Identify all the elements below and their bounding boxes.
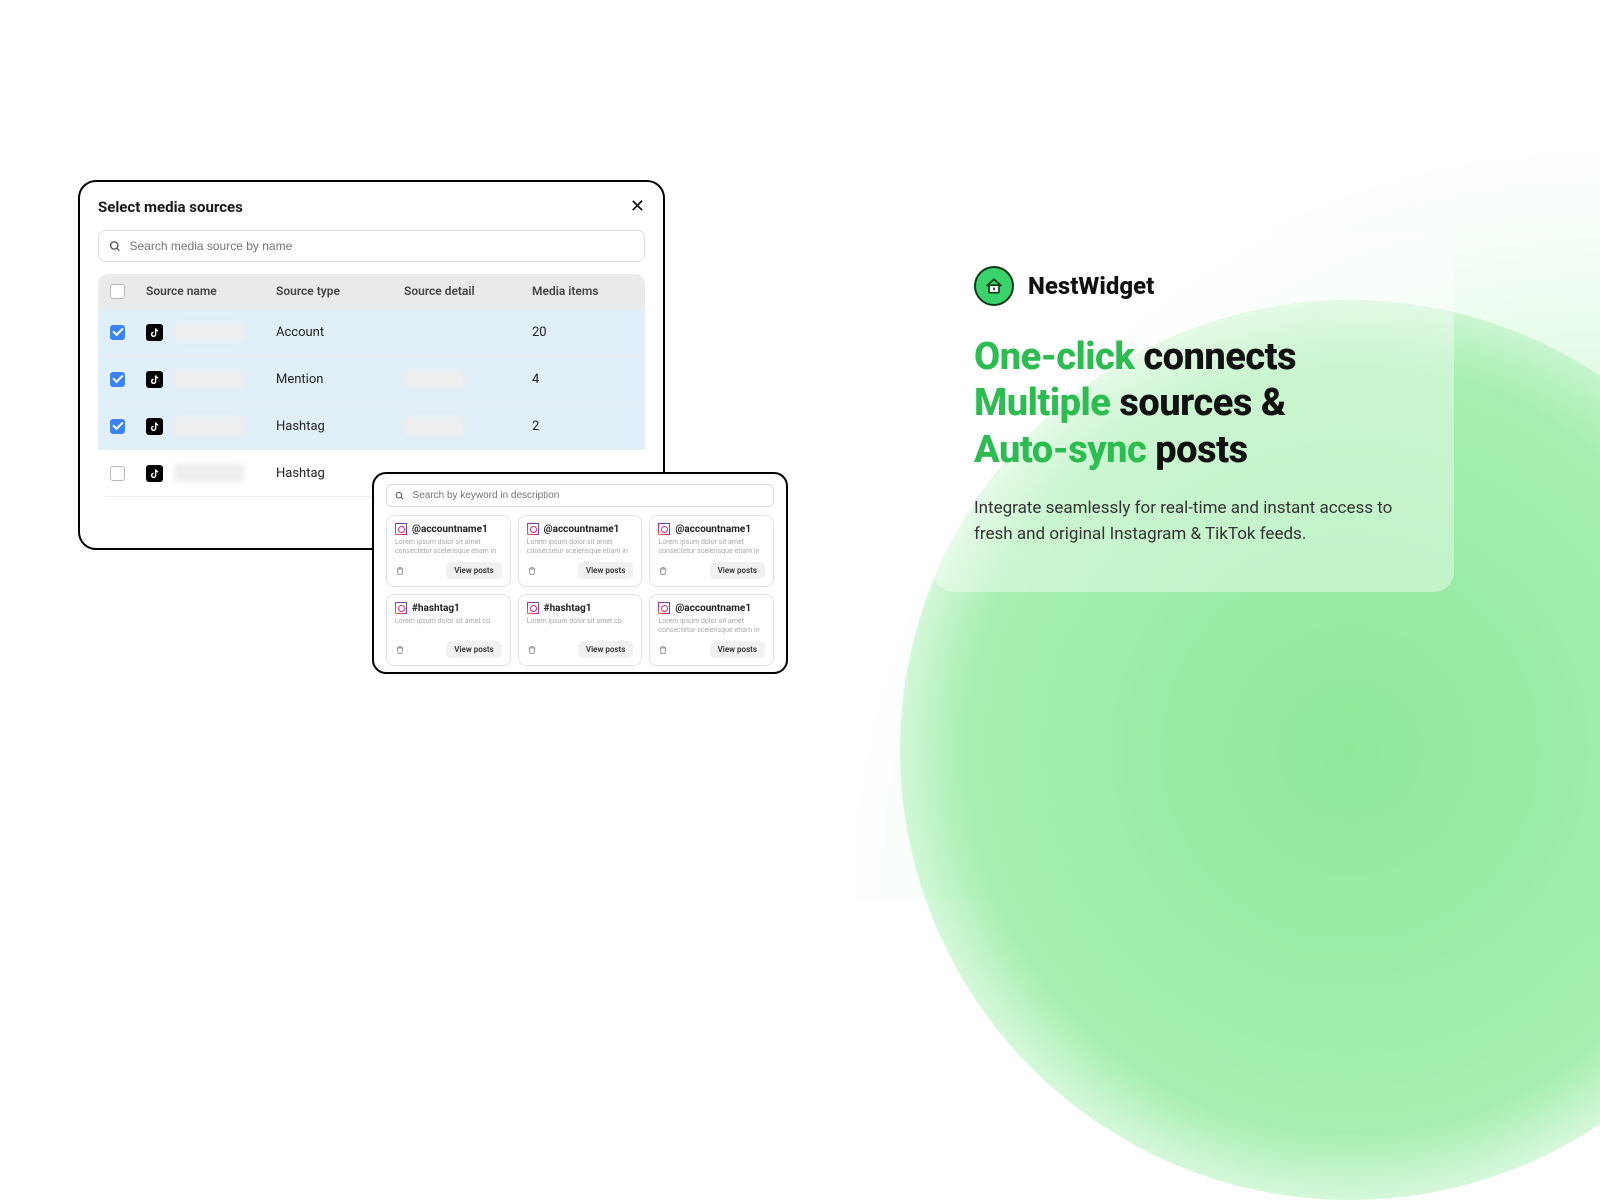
header-media-items: Media items [532,284,633,299]
instagram-icon [527,602,539,614]
source-card: @accountname1 Lorem ipsum dolor sit amet… [649,594,774,666]
header-source-name: Source name [146,284,276,299]
search-posts-bar[interactable] [386,484,774,507]
sources-table-header: Source name Source type Source detail Me… [98,274,645,309]
trash-icon[interactable] [527,566,537,576]
view-posts-button[interactable]: View posts [446,562,501,579]
promo-panel: NestWidget One-click connects Multiple s… [934,230,1454,592]
view-posts-button[interactable]: View posts [578,641,633,658]
close-icon[interactable]: ✕ [630,198,645,216]
card-handle: @accountname1 [412,524,488,535]
instagram-icon [527,523,539,535]
card-handle: @accountname1 [675,524,751,535]
source-detail-blurred [404,417,464,435]
brand-logo-icon [974,266,1014,306]
card-description: Lorem ipsum dolor sit amet consectetur s… [395,538,502,556]
trash-icon[interactable] [395,566,405,576]
source-card: @accountname1 Lorem ipsum dolor sit amet… [649,515,774,587]
trash-icon[interactable] [527,645,537,655]
source-type-cell: Account [276,325,404,340]
instagram-icon [395,523,407,535]
posts-panel: @accountname1 Lorem ipsum dolor sit amet… [372,472,788,674]
header-source-type: Source type [276,284,404,299]
source-card: @accountname1 Lorem ipsum dolor sit amet… [386,515,511,587]
row-checkbox[interactable] [110,325,125,340]
card-description: Lorem ipsum dolor sit amet co. [527,617,634,635]
trash-icon[interactable] [658,645,668,655]
card-handle: #hashtag1 [544,603,592,614]
card-description: Lorem ipsum dolor sit amet consectetur s… [527,538,634,556]
view-posts-button[interactable]: View posts [578,562,633,579]
search-icon [109,240,122,253]
brand-name: NestWidget [1028,272,1154,300]
search-media-source-bar[interactable] [98,230,645,262]
media-items-cell: 4 [532,372,633,387]
media-items-cell: 20 [532,325,633,340]
view-posts-button[interactable]: View posts [710,562,765,579]
search-posts-input[interactable] [413,490,765,501]
source-name-blurred [174,417,244,435]
source-card: @accountname1 Lorem ipsum dolor sit amet… [518,515,643,587]
row-checkbox[interactable] [110,372,125,387]
table-row[interactable]: Hashtag 2 [98,403,645,450]
modal-title: Select media sources [98,198,243,216]
view-posts-button[interactable]: View posts [710,641,765,658]
card-description: Lorem ipsum dolor sit amet consectetur s… [658,617,765,635]
source-type-cell: Hashtag [276,419,404,434]
source-name-blurred [174,370,244,388]
table-row[interactable]: Mention 4 [98,356,645,403]
sources-table: Source name Source type Source detail Me… [98,274,645,497]
instagram-icon [395,602,407,614]
promo-headline: One-click connects Multiple sources & Au… [974,334,1414,473]
trash-icon[interactable] [395,645,405,655]
card-handle: @accountname1 [675,603,751,614]
instagram-icon [658,523,670,535]
instagram-icon [658,602,670,614]
trash-icon[interactable] [658,566,668,576]
source-card: #hashtag1 Lorem ipsum dolor sit amet co.… [386,594,511,666]
view-posts-button[interactable]: View posts [446,641,501,658]
source-type-cell: Mention [276,372,404,387]
table-row[interactable]: Account 20 [98,309,645,356]
search-icon [395,491,405,501]
card-handle: #hashtag1 [412,603,460,614]
tiktok-icon [146,465,163,482]
row-checkbox[interactable] [110,419,125,434]
media-items-cell: 2 [532,419,633,434]
row-checkbox[interactable] [110,466,125,481]
card-handle: @accountname1 [544,524,620,535]
tiktok-icon [146,324,163,341]
header-source-detail: Source detail [404,284,532,299]
search-media-source-input[interactable] [130,239,635,253]
source-name-blurred [174,323,244,341]
tiktok-icon [146,371,163,388]
card-description: Lorem ipsum dolor sit amet co. [395,617,502,635]
source-detail-blurred [404,370,464,388]
select-all-checkbox[interactable] [110,284,125,299]
source-card: #hashtag1 Lorem ipsum dolor sit amet co.… [518,594,643,666]
promo-subtitle: Integrate seamlessly for real-time and i… [974,495,1414,548]
card-description: Lorem ipsum dolor sit amet consectetur s… [658,538,765,556]
source-name-blurred [174,464,244,482]
tiktok-icon [146,418,163,435]
